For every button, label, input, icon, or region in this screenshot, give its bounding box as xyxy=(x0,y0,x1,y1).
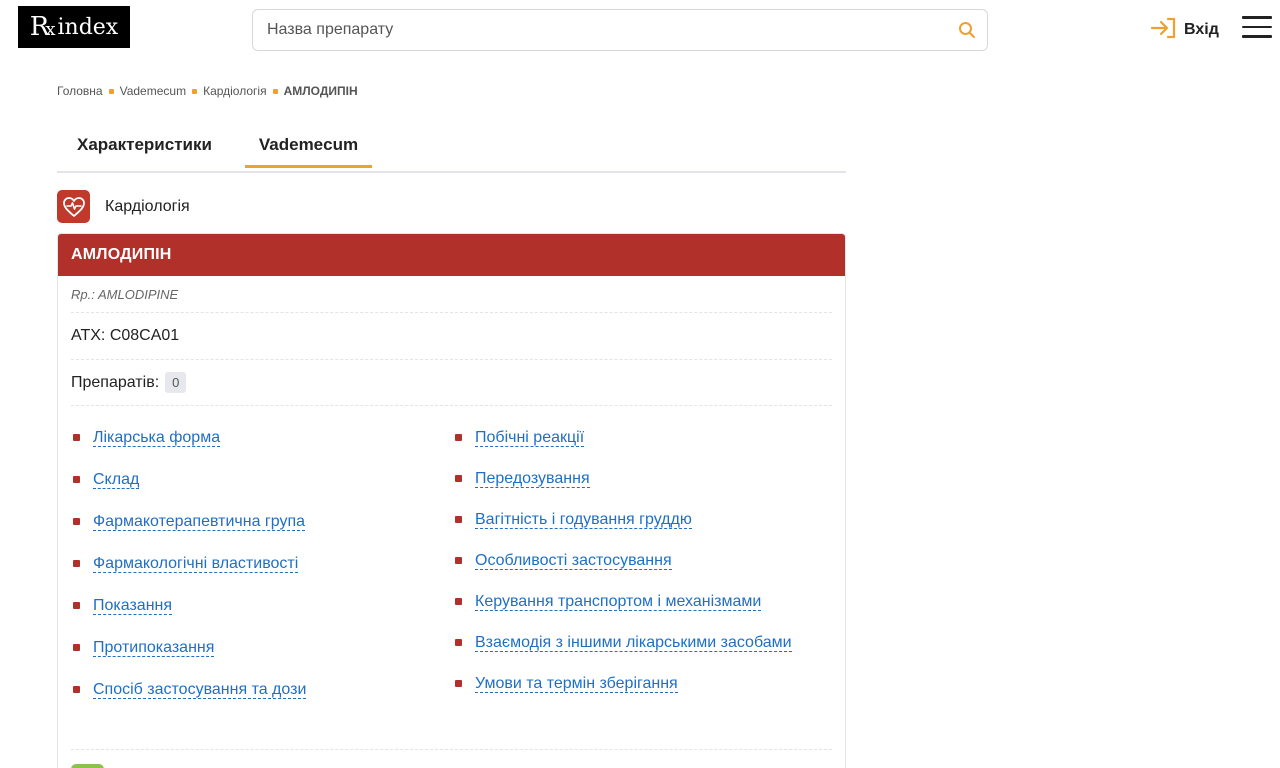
category-header: Кардіологія xyxy=(57,190,190,223)
search-icon[interactable] xyxy=(947,10,987,50)
breadcrumb-separator xyxy=(108,88,114,94)
drug-rp: Rp.: AMLODIPINE xyxy=(71,276,832,313)
drug-count-row: Препаратів: 0 xyxy=(71,360,832,406)
search-box[interactable] xyxy=(252,9,988,51)
drug-count-badge: 0 xyxy=(165,372,187,393)
link-composition[interactable]: Склад xyxy=(93,471,140,489)
category-label: Кардіологія xyxy=(105,197,190,215)
logo-rx-mark: Rx xyxy=(29,12,56,42)
breadcrumb-cardiology[interactable]: Кардіологія xyxy=(203,84,267,98)
link-pharmacotherapeutic-group[interactable]: Фармакотерапевтична група xyxy=(93,513,306,531)
breadcrumb: Головна Vademecum Кардіологія АМЛОДИПІН xyxy=(57,84,358,98)
link-overdose[interactable]: Передозування xyxy=(475,470,590,488)
next-section-icon xyxy=(71,764,104,768)
breadcrumb-separator xyxy=(192,88,198,94)
breadcrumb-current: АМЛОДИПІН xyxy=(283,84,358,98)
menu-icon[interactable] xyxy=(1242,16,1272,44)
list-item: Взаємодія з іншими лікарськими засобами xyxy=(453,629,833,656)
search-input[interactable] xyxy=(253,10,947,50)
breadcrumb-vademecum[interactable]: Vademecum xyxy=(120,84,186,98)
rx-index-logo[interactable]: Rx index xyxy=(18,6,130,48)
link-storage[interactable]: Умови та термін зберігання xyxy=(475,675,678,693)
tab-vademecum[interactable]: Vademecum xyxy=(245,124,372,168)
link-driving[interactable]: Керування транспортом і механізмами xyxy=(475,593,762,611)
list-item: Умови та термін зберігання xyxy=(453,670,833,697)
link-dosage[interactable]: Спосіб застосування та дози xyxy=(93,681,307,699)
link-dosage-form[interactable]: Лікарська форма xyxy=(93,429,221,447)
login-label: Вхід xyxy=(1184,21,1219,38)
list-item: Вагітність і годування груддю xyxy=(453,506,833,533)
list-item: Показання xyxy=(71,592,431,619)
section-links-right: Побічні реакції Передозування Вагітність… xyxy=(453,424,833,711)
drug-count-label: Препаратів: xyxy=(71,373,160,391)
link-special-warnings[interactable]: Особливості застосування xyxy=(475,552,672,570)
drug-atc: ATX: C08CA01 xyxy=(71,313,832,360)
list-item: Спосіб застосування та дози xyxy=(71,676,431,703)
breadcrumb-separator xyxy=(272,88,278,94)
list-item: Фармакологічні властивості xyxy=(71,550,431,577)
breadcrumb-home[interactable]: Головна xyxy=(57,84,103,98)
link-indications[interactable]: Показання xyxy=(93,597,173,615)
list-item: Особливості застосування xyxy=(453,547,833,574)
list-item: Керування транспортом і механізмами xyxy=(453,588,833,615)
logo-text: index xyxy=(57,14,119,40)
tab-characteristics[interactable]: Характеристики xyxy=(77,124,212,166)
list-item: Передозування xyxy=(453,465,833,492)
drug-title: АМЛОДИПІН xyxy=(58,234,845,276)
list-item: Лікарська форма xyxy=(71,424,431,451)
login-button[interactable]: Вхід xyxy=(1150,14,1219,46)
login-icon xyxy=(1150,16,1178,45)
section-links-left: Лікарська форма Склад Фармакотерапевтичн… xyxy=(71,424,431,718)
list-item: Склад xyxy=(71,466,431,493)
link-contraindications[interactable]: Протипоказання xyxy=(93,639,215,657)
list-item: Побічні реакції xyxy=(453,424,833,451)
section-links: Лікарська форма Склад Фармакотерапевтичн… xyxy=(71,406,832,750)
link-side-effects[interactable]: Побічні реакції xyxy=(475,429,585,447)
list-item: Фармакотерапевтична група xyxy=(71,508,431,535)
link-interactions[interactable]: Взаємодія з іншими лікарськими засобами xyxy=(475,634,792,652)
heart-pulse-icon xyxy=(57,190,90,223)
link-pharmacological-properties[interactable]: Фармакологічні властивості xyxy=(93,555,299,573)
link-pregnancy[interactable]: Вагітність і годування груддю xyxy=(475,511,692,529)
list-item: Протипоказання xyxy=(71,634,431,661)
tab-bar: Характеристики Vademecum xyxy=(57,124,846,173)
drug-card: АМЛОДИПІН Rp.: AMLODIPINE ATX: C08CA01 П… xyxy=(57,233,846,768)
